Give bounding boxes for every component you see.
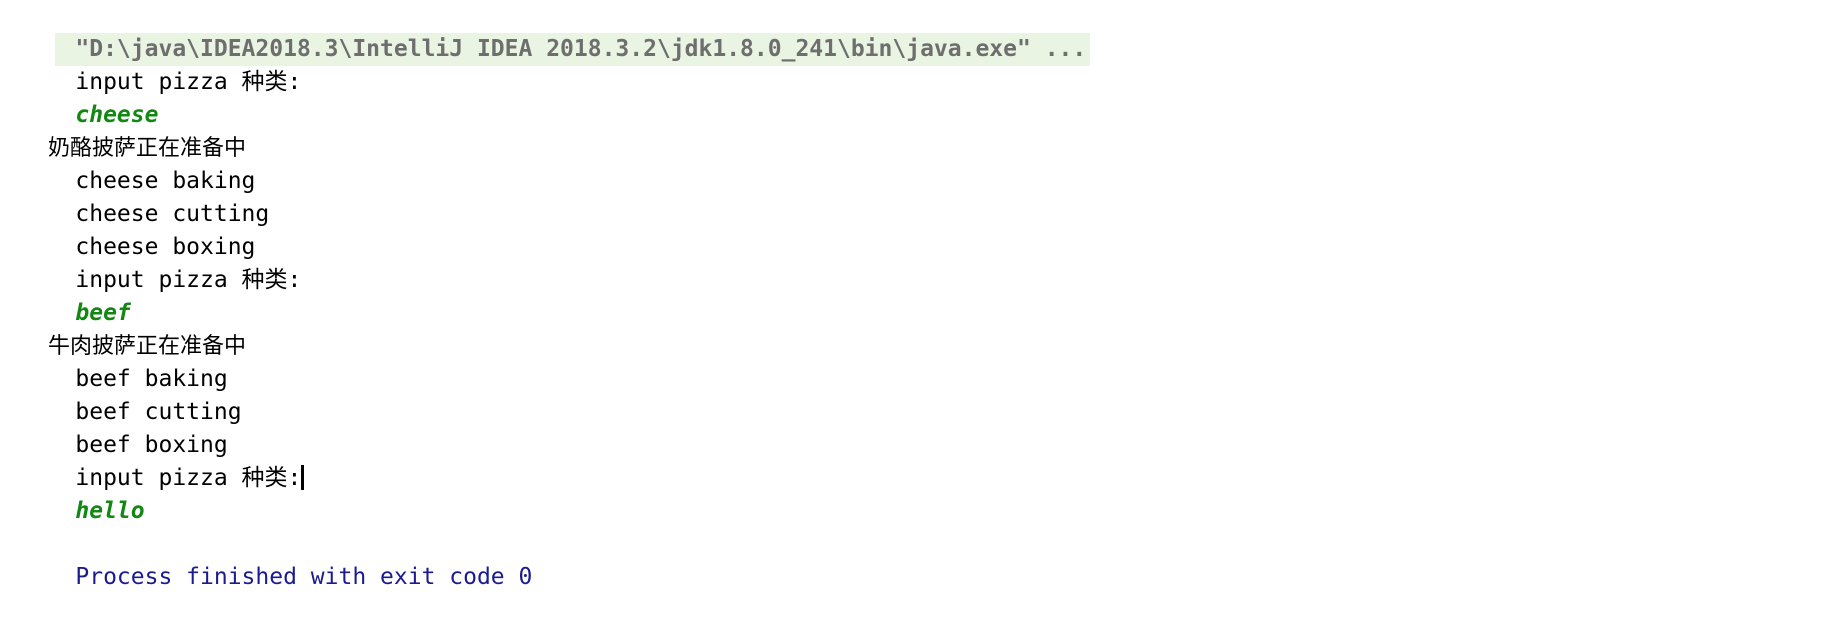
console-output-line: 奶酪披萨正在准备中	[0, 99, 1844, 161]
console-output-line: cheese cutting	[0, 165, 1844, 227]
console-output-line: cheese baking	[0, 132, 1844, 194]
console-input-echo-line: hello	[0, 462, 1844, 524]
console-output-line: input pizza 种类:	[0, 33, 1844, 95]
console-output-line: cheese boxing	[0, 198, 1844, 260]
console-line-text: Process finished with exit code 0	[75, 564, 533, 590]
run-console-output[interactable]: "D:\java\IDEA2018.3\IntelliJ IDEA 2018.3…	[0, 0, 1844, 644]
console-output-line: 牛肉披萨正在准备中	[0, 297, 1844, 359]
console-input-echo-line: cheese	[0, 66, 1844, 128]
console-exit-message-line: Process finished with exit code 0	[0, 528, 1844, 590]
console-command-line: "D:\java\IDEA2018.3\IntelliJ IDEA 2018.3…	[0, 0, 1844, 66]
console-prompt-line-active[interactable]: input pizza 种类:	[0, 429, 1844, 491]
console-output-line: beef boxing	[0, 396, 1844, 458]
console-input-echo-line: beef	[0, 264, 1844, 326]
console-output-line: beef baking	[0, 330, 1844, 392]
console-output-line: beef cutting	[0, 363, 1844, 425]
console-output-line: input pizza 种类:	[0, 231, 1844, 293]
